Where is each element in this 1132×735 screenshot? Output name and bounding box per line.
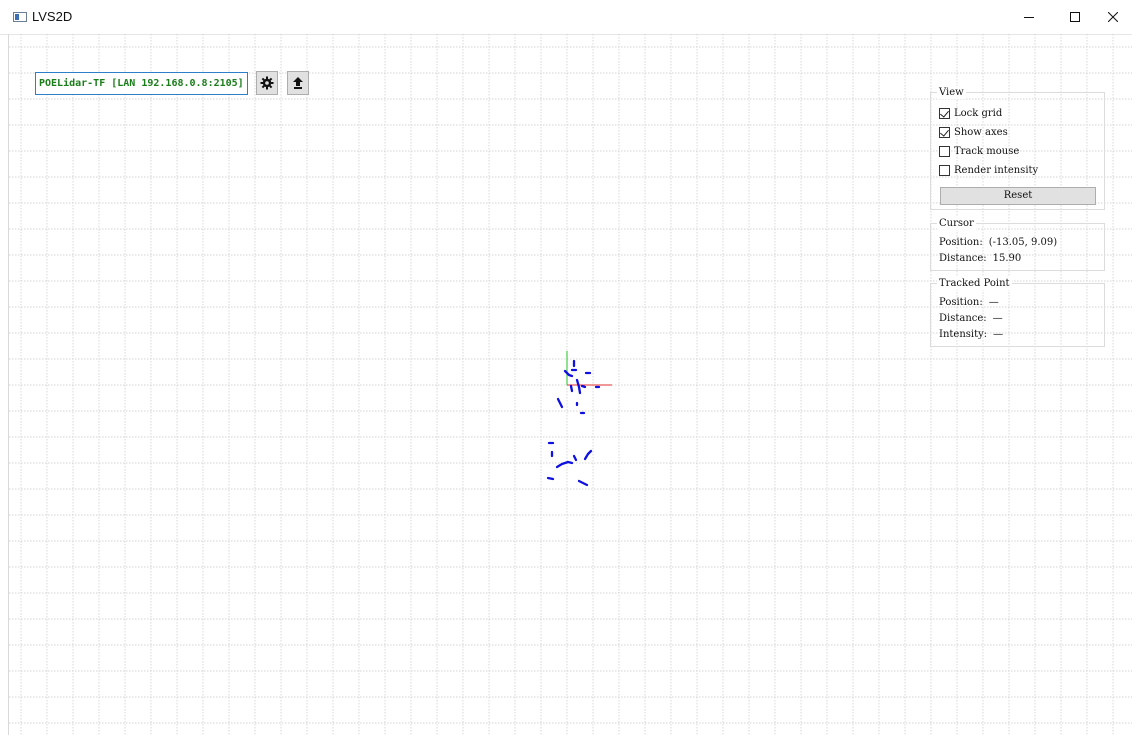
track-mouse-label: Track mouse (954, 146, 1020, 157)
settings-button[interactable] (256, 71, 278, 95)
scan-segment (583, 449, 593, 461)
track-mouse-checkbox[interactable]: Track mouse (939, 145, 1019, 158)
cursor-distance-row: Distance: 15.90 (939, 252, 1021, 265)
app-icon (13, 12, 27, 22)
lock-grid-check-icon[interactable] (939, 108, 950, 119)
upload-button[interactable] (287, 71, 309, 95)
close-button[interactable] (1090, 0, 1132, 34)
gear-icon (260, 76, 274, 90)
reset-button[interactable]: Reset (940, 187, 1096, 205)
lock-grid-checkbox[interactable]: Lock grid (939, 107, 1002, 120)
tracked-intensity-label: Intensity: (939, 329, 988, 340)
window-title: LVS2D (32, 9, 73, 24)
tracked-intensity-row: Intensity: — (939, 328, 1003, 341)
scan-segment (575, 378, 582, 395)
tracked-position-row: Position: — (939, 296, 999, 309)
render-intensity-check-icon[interactable] (939, 165, 950, 176)
tracked-distance-row: Distance: — (939, 312, 1003, 325)
cursor-position-value: (-13.05, 9.09) (988, 237, 1058, 248)
cursor-position-label: Position: (939, 237, 983, 248)
upload-icon (293, 77, 303, 89)
tracked-point-group: Tracked Point Position: — Distance: — In… (930, 277, 1105, 347)
render-intensity-checkbox[interactable]: Render intensity (939, 164, 1038, 177)
tracked-distance-label: Distance: (939, 313, 987, 324)
tracked-point-group-title: Tracked Point (937, 277, 1012, 290)
scan-segment (580, 384, 587, 389)
lock-grid-label: Lock grid (954, 108, 1003, 119)
close-icon (1108, 12, 1118, 22)
scan-segment (556, 397, 564, 409)
device-select[interactable]: POELidar-TF [LAN 192.168.0.8:2105] (35, 72, 248, 95)
scan-segment (577, 479, 589, 487)
scan-segment (546, 476, 555, 481)
title-bar: LVS2D (0, 0, 1132, 35)
view-group-title: View (937, 86, 966, 99)
cursor-group-title: Cursor (937, 217, 976, 230)
tracked-intensity-value: — (993, 329, 1004, 340)
tracked-position-label: Position: (939, 297, 983, 308)
track-mouse-check-icon[interactable] (939, 146, 950, 157)
scan-segment (563, 369, 574, 378)
minimize-button[interactable] (1006, 0, 1052, 34)
maximize-icon (1070, 12, 1080, 22)
render-intensity-label: Render intensity (954, 165, 1039, 176)
scan-segment (569, 384, 574, 393)
tracked-distance-value: — (992, 313, 1003, 324)
minimize-icon (1024, 17, 1034, 18)
show-axes-check-icon[interactable] (939, 127, 950, 138)
tracked-position-value: — (988, 297, 999, 308)
cursor-distance-value: 15.90 (992, 253, 1022, 264)
view-group: View Lock grid Show axes Track mouse Ren… (930, 86, 1105, 210)
scan-segment (572, 454, 578, 462)
show-axes-label: Show axes (954, 127, 1008, 138)
cursor-position-row: Position: (-13.05, 9.09) (939, 236, 1057, 249)
show-axes-checkbox[interactable]: Show axes (939, 126, 1008, 139)
cursor-distance-label: Distance: (939, 253, 987, 264)
cursor-group: Cursor Position: (-13.05, 9.09) Distance… (930, 217, 1105, 271)
